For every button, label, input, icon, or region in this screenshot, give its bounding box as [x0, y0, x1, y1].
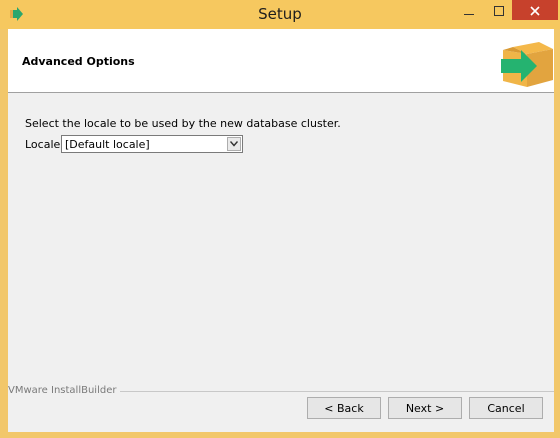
maximize-icon: [494, 1, 504, 20]
close-button[interactable]: [512, 0, 558, 20]
maximize-button[interactable]: [484, 0, 514, 20]
minimize-icon: [464, 1, 474, 20]
dialog-body: Advanced Options Select the locale to be…: [8, 29, 554, 432]
cancel-button[interactable]: Cancel: [469, 397, 543, 419]
page-title: Advanced Options: [22, 55, 135, 68]
minimize-button[interactable]: [454, 0, 484, 20]
locale-label: Locale: [25, 138, 61, 151]
locale-description: Select the locale to be used by the new …: [25, 117, 341, 130]
locale-select[interactable]: [Default locale]: [61, 135, 243, 153]
wizard-header: Advanced Options: [8, 29, 554, 93]
installer-box-icon: [497, 34, 553, 90]
title-bar[interactable]: Setup: [0, 0, 560, 29]
locale-select-value: [Default locale]: [65, 138, 150, 151]
close-icon: [530, 1, 540, 20]
next-button[interactable]: Next >: [388, 397, 462, 419]
chevron-down-icon[interactable]: [227, 137, 241, 151]
setup-window: Setup Advanced Options Select the locale…: [0, 0, 560, 438]
back-button[interactable]: < Back: [307, 397, 381, 419]
branding-label: VMware InstallBuilder: [8, 385, 121, 396]
